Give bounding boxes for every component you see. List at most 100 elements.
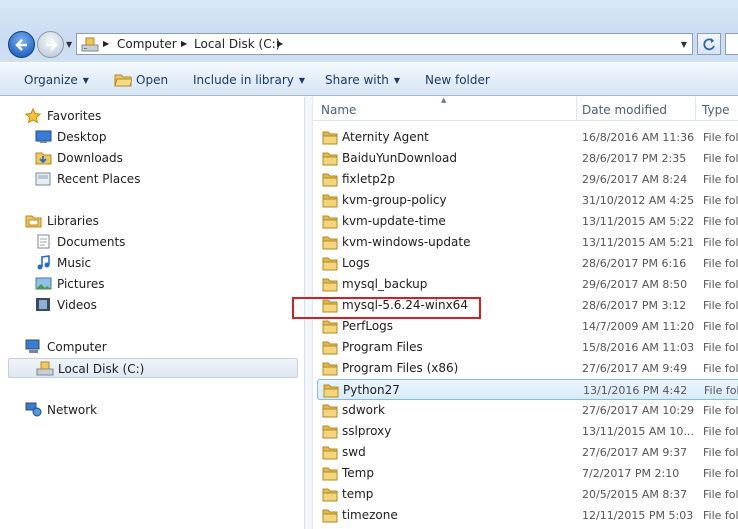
nav-favorites[interactable]: Favorites: [8, 106, 298, 126]
address-bar-row: ▼ ▶ Computer ▶ Local Disk (C:) ▶ ▼: [0, 0, 738, 62]
documents-icon: [37, 234, 50, 249]
file-name: Program Files: [342, 340, 423, 354]
breadcrumb-local-disk[interactable]: Local Disk (C:): [194, 37, 280, 51]
file-date-modified: 13/11/2015 AM 5:22: [582, 215, 695, 228]
column-header-date-modified[interactable]: Date modified: [582, 103, 667, 117]
file-date-modified: 15/8/2016 AM 11:03: [582, 341, 695, 354]
recent-pages-dropdown[interactable]: ▼: [66, 40, 72, 49]
nav-pictures[interactable]: Pictures: [8, 274, 298, 294]
annotation-highlight-box: [292, 297, 481, 319]
file-type: File fol: [703, 320, 738, 333]
file-row[interactable]: timezone 12/11/2015 PM 5:03 File fol: [317, 505, 738, 526]
nav-videos-label: Videos: [57, 298, 97, 312]
folder-icon: [322, 487, 338, 505]
folder-icon: [322, 151, 338, 169]
column-divider[interactable]: [695, 97, 696, 121]
file-row[interactable]: temp 20/5/2015 AM 8:37 File fol: [317, 484, 738, 505]
folder-icon: [322, 340, 338, 358]
file-row[interactable]: sslproxy 13/11/2015 AM 10... File fol: [317, 421, 738, 442]
folder-icon: [323, 383, 339, 401]
new-folder-button[interactable]: New folder: [425, 73, 490, 87]
file-row[interactable]: PerfLogs 14/7/2009 AM 11:20 File fol: [317, 316, 738, 337]
nav-pictures-label: Pictures: [57, 277, 105, 291]
nav-local-disk[interactable]: Local Disk (C:): [8, 358, 298, 378]
nav-music[interactable]: Music: [8, 253, 298, 273]
nav-desktop[interactable]: Desktop: [8, 127, 298, 147]
open-button[interactable]: Open: [136, 73, 168, 87]
address-bar[interactable]: ▶ Computer ▶ Local Disk (C:) ▶ ▼: [76, 33, 693, 55]
column-header-type[interactable]: Type: [702, 103, 730, 117]
file-date-modified: 14/7/2009 AM 11:20: [582, 320, 695, 333]
file-row[interactable]: Aternity Agent 16/8/2016 AM 11:36 File fol: [317, 127, 738, 148]
refresh-icon: [703, 38, 715, 51]
file-row[interactable]: swd 27/6/2017 AM 9:37 File fol: [317, 442, 738, 463]
column-divider[interactable]: [576, 97, 577, 121]
forward-button[interactable]: [37, 31, 64, 58]
nav-network-label: Network: [47, 403, 98, 417]
nav-recent-places[interactable]: Recent Places: [8, 169, 298, 189]
file-row[interactable]: Python27 13/1/2016 PM 4:42 File fol: [317, 379, 738, 400]
share-with-button[interactable]: Share with ▼: [325, 73, 400, 87]
folder-icon: [322, 193, 338, 211]
file-type: File fol: [703, 425, 738, 438]
folder-icon: [322, 172, 338, 190]
nav-downloads[interactable]: Downloads: [8, 148, 298, 168]
file-date-modified: 13/1/2016 PM 4:42: [583, 384, 688, 397]
chevron-down-icon: ▼: [298, 76, 306, 85]
file-name: Temp: [342, 466, 374, 480]
file-date-modified: 13/11/2015 AM 10...: [582, 425, 694, 438]
file-row[interactable]: kvm-update-time 13/11/2015 AM 5:22 File fo…: [317, 211, 738, 232]
recent-places-icon: [35, 172, 51, 186]
breadcrumb-arrow-icon[interactable]: ▶: [103, 39, 109, 48]
share-with-label: Share with: [325, 73, 389, 87]
include-in-library-label: Include in library: [193, 73, 294, 87]
file-row[interactable]: Program Files (x86) 27/6/2017 AM 9:49 File…: [317, 358, 738, 379]
breadcrumb-arrow-icon[interactable]: ▶: [181, 39, 187, 48]
file-row[interactable]: mysql_backup 29/6/2017 AM 8:50 File fol: [317, 274, 738, 295]
drive-icon: [36, 361, 54, 376]
file-date-modified: 27/6/2017 AM 9:37: [582, 446, 688, 459]
folder-icon: [322, 445, 338, 463]
file-row[interactable]: kvm-windows-update 13/11/2015 AM 5:21 File…: [317, 232, 738, 253]
star-icon: [25, 108, 41, 124]
file-row[interactable]: sdwork 27/6/2017 AM 10:29 File fol: [317, 400, 738, 421]
file-row[interactable]: kvm-group-policy 31/10/2012 AM 4:25 File f…: [317, 190, 738, 211]
file-date-modified: 7/2/2017 PM 2:10: [582, 467, 680, 480]
nav-libraries[interactable]: Libraries: [8, 211, 298, 231]
breadcrumb-arrow-icon[interactable]: ▶: [277, 39, 283, 48]
file-row[interactable]: Temp 7/2/2017 PM 2:10 File fol: [317, 463, 738, 484]
file-name: fixletp2p: [342, 172, 395, 186]
file-type: File fol: [703, 194, 738, 207]
file-name: Logs: [342, 256, 370, 270]
computer-icon: [25, 339, 40, 353]
file-row[interactable]: fixletp2p 29/6/2017 AM 8:24 File fol: [317, 169, 738, 190]
file-name: Aternity Agent: [342, 130, 429, 144]
file-date-modified: 29/6/2017 AM 8:50: [582, 278, 688, 291]
organize-button[interactable]: Organize ▼: [24, 73, 89, 87]
refresh-button[interactable]: [697, 33, 721, 55]
nav-network[interactable]: Network: [8, 400, 298, 420]
nav-videos[interactable]: Videos: [8, 295, 298, 315]
breadcrumb-computer[interactable]: Computer: [117, 37, 177, 51]
nav-documents[interactable]: Documents: [8, 232, 298, 252]
nav-downloads-label: Downloads: [57, 151, 123, 165]
nav-libraries-label: Libraries: [47, 214, 99, 228]
nav-computer[interactable]: Computer: [8, 337, 298, 357]
folder-icon: [322, 361, 338, 379]
include-in-library-button[interactable]: Include in library ▼: [193, 73, 305, 87]
file-type: File fol: [704, 384, 738, 397]
back-button[interactable]: [8, 31, 35, 58]
file-date-modified: 28/6/2017 PM 2:35: [582, 152, 687, 165]
file-row[interactable]: Logs 28/6/2017 PM 6:16 File fol: [317, 253, 738, 274]
file-name: timezone: [342, 508, 398, 522]
column-header-name[interactable]: Name: [321, 103, 356, 117]
file-name: temp: [342, 487, 374, 501]
chevron-down-icon[interactable]: ▼: [681, 40, 687, 49]
file-type: File fol: [703, 341, 738, 354]
file-row[interactable]: Program Files 15/8/2016 AM 11:03 File fol: [317, 337, 738, 358]
file-row[interactable]: BaiduYunDownload 28/6/2017 PM 2:35 File fo…: [317, 148, 738, 169]
file-date-modified: 29/6/2017 AM 8:24: [582, 173, 688, 186]
search-input[interactable]: [725, 33, 738, 55]
nav-music-label: Music: [57, 256, 92, 270]
file-type: File fol: [703, 257, 738, 270]
